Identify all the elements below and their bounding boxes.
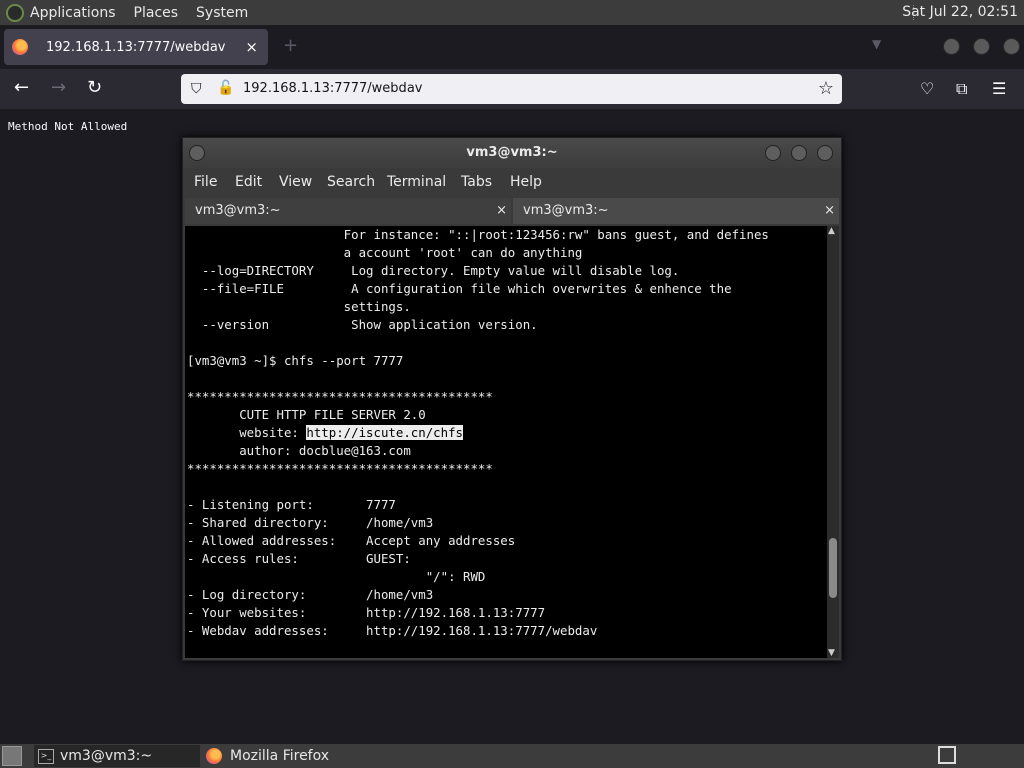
maximize-window-button[interactable] bbox=[973, 38, 990, 55]
terminal-line: - Log directory: /home/vm3 bbox=[187, 587, 434, 602]
terminal-line: - Access rules: GUEST: bbox=[187, 551, 411, 566]
window-menu-icon[interactable] bbox=[189, 145, 205, 161]
terminal-tab-label: vm3@vm3:~ bbox=[523, 203, 609, 218]
new-tab-button[interactable]: + bbox=[283, 35, 298, 56]
close-tab-icon[interactable]: × bbox=[245, 38, 258, 56]
close-terminal-tab-icon[interactable]: × bbox=[824, 198, 835, 224]
taskbar-item-firefox[interactable]: Mozilla Firefox bbox=[202, 745, 402, 767]
pocket-icon[interactable]: ♡ bbox=[920, 79, 934, 98]
browser-tab[interactable]: 192.168.1.13:7777/webdav × bbox=[4, 29, 268, 65]
page-message: Method Not Allowed bbox=[8, 120, 128, 133]
terminal-line: --file=FILE A configuration file which o… bbox=[187, 281, 732, 296]
terminal-line: ****************************************… bbox=[187, 461, 493, 476]
forward-button[interactable]: → bbox=[51, 77, 66, 98]
terminal-line: [vm3@vm3 ~]$ chfs --port 7777 bbox=[187, 353, 404, 368]
close-window-button[interactable] bbox=[1003, 38, 1020, 55]
workspace-switcher[interactable] bbox=[938, 746, 956, 764]
terminal-line: --log=DIRECTORY Log directory. Empty val… bbox=[187, 263, 680, 278]
scroll-up-arrow-icon[interactable]: ▲ bbox=[828, 226, 835, 236]
taskbar-item-label: vm3@vm3:~ bbox=[60, 748, 153, 764]
selected-website-link[interactable]: http://iscute.cn/chfs bbox=[306, 425, 464, 440]
terminal-scrollbar[interactable]: ▲ ▼ bbox=[827, 226, 839, 658]
terminal-line: - Webdav addresses: http://192.168.1.13:… bbox=[187, 623, 598, 638]
menu-terminal[interactable]: Terminal bbox=[387, 174, 446, 190]
taskbar-item-terminal[interactable]: >_ vm3@vm3:~ bbox=[34, 745, 200, 767]
terminal-line: ****************************************… bbox=[187, 389, 493, 404]
terminal-line: - Allowed addresses: Accept any addresse… bbox=[187, 533, 516, 548]
taskbar-item-label: Mozilla Firefox bbox=[230, 748, 330, 764]
top-panel: Applications Places System Sat Jul 22, 0… bbox=[0, 0, 1024, 25]
tracking-protection-icon[interactable]: ⛉ bbox=[191, 81, 202, 97]
list-all-tabs-icon[interactable]: ▼ bbox=[872, 37, 881, 51]
menu-search[interactable]: Search bbox=[327, 174, 375, 190]
reload-button[interactable]: ↻ bbox=[87, 77, 102, 98]
scrollbar-thumb[interactable] bbox=[829, 538, 837, 598]
terminal-window[interactable]: vm3@vm3:~ File Edit View Search Terminal… bbox=[182, 137, 842, 661]
bookmark-star-icon[interactable]: ☆ bbox=[818, 78, 834, 99]
tab-title: 192.168.1.13:7777/webdav bbox=[46, 39, 226, 55]
terminal-tab-1[interactable]: vm3@vm3:~ × bbox=[185, 198, 511, 224]
clock[interactable]: Sat Jul 22, 02:51 bbox=[902, 4, 1018, 20]
terminal-minimize-button[interactable] bbox=[765, 145, 781, 161]
firefox-icon bbox=[12, 39, 28, 55]
terminal-icon: >_ bbox=[38, 749, 54, 764]
terminal-maximize-button[interactable] bbox=[791, 145, 807, 161]
browser-tab-strip: 192.168.1.13:7777/webdav × + ▼ bbox=[0, 25, 1024, 69]
terminal-tab-2[interactable]: vm3@vm3:~ × bbox=[513, 198, 839, 224]
menu-help[interactable]: Help bbox=[510, 174, 542, 190]
terminal-line: For instance: "::|root:123456:rw" bans g… bbox=[187, 227, 769, 242]
minimize-window-button[interactable] bbox=[943, 38, 960, 55]
url-bar[interactable]: ⛉ 🔓 192.168.1.13:7777/webdav ☆ bbox=[181, 74, 842, 104]
menu-tabs[interactable]: Tabs bbox=[461, 174, 492, 190]
terminal-line: --version Show application version. bbox=[187, 317, 538, 332]
website-label: website: bbox=[187, 425, 307, 440]
menu-edit[interactable]: Edit bbox=[235, 174, 262, 190]
back-button[interactable]: ← bbox=[14, 77, 29, 98]
url-text[interactable]: 192.168.1.13:7777/webdav bbox=[243, 81, 422, 96]
app-menu-icon[interactable]: ☰ bbox=[992, 79, 1006, 98]
system-menu[interactable]: System bbox=[196, 5, 248, 21]
terminal-titlebar[interactable]: vm3@vm3:~ bbox=[183, 138, 841, 168]
insecure-connection-icon[interactable]: 🔓 bbox=[217, 80, 234, 96]
distro-logo-icon[interactable] bbox=[6, 3, 24, 22]
show-desktop-button[interactable] bbox=[2, 746, 22, 766]
terminal-line: CUTE HTTP FILE SERVER 2.0 bbox=[187, 407, 426, 422]
terminal-title: vm3@vm3:~ bbox=[466, 145, 558, 160]
terminal-line: website: http://iscute.cn/chfs bbox=[187, 424, 464, 442]
terminal-line: - Your websites: http://192.168.1.13:777… bbox=[187, 605, 546, 620]
terminal-close-button[interactable] bbox=[817, 145, 833, 161]
applications-menu[interactable]: Applications bbox=[30, 5, 116, 21]
terminal-line: "/": RWD bbox=[187, 569, 486, 584]
terminal-line: - Shared directory: /home/vm3 bbox=[187, 515, 434, 530]
firefox-icon bbox=[206, 748, 222, 764]
places-menu[interactable]: Places bbox=[134, 5, 179, 21]
menu-view[interactable]: View bbox=[279, 174, 312, 190]
menu-file[interactable]: File bbox=[194, 174, 217, 190]
terminal-tabs: vm3@vm3:~ × vm3@vm3:~ × bbox=[183, 197, 841, 225]
terminal-line: a account 'root' can do anything bbox=[187, 245, 583, 260]
terminal-output[interactable]: For instance: "::|root:123456:rw" bans g… bbox=[185, 226, 827, 658]
bottom-taskbar: >_ vm3@vm3:~ Mozilla Firefox bbox=[0, 744, 1024, 768]
scroll-down-arrow-icon[interactable]: ▼ bbox=[828, 648, 835, 658]
close-terminal-tab-icon[interactable]: × bbox=[496, 198, 507, 224]
extensions-icon[interactable]: ⧉ bbox=[956, 79, 967, 99]
terminal-line: settings. bbox=[187, 299, 411, 314]
terminal-menubar: File Edit View Search Terminal Tabs Help bbox=[183, 168, 841, 196]
terminal-line: - Listening port: 7777 bbox=[187, 497, 396, 512]
terminal-tab-label: vm3@vm3:~ bbox=[195, 203, 281, 218]
terminal-line: author: docblue@163.com bbox=[187, 443, 411, 458]
navigation-bar: ← → ↻ ⛉ 🔓 192.168.1.13:7777/webdav ☆ ♡ ⧉… bbox=[0, 69, 1024, 109]
